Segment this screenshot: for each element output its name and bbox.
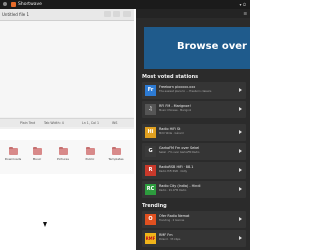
station-subtitle: Poland · 33 kbps bbox=[159, 238, 181, 241]
system-tray[interactable]: ▾ ⏻ bbox=[240, 2, 246, 7]
editor-header: Untitled file 1 bbox=[0, 9, 134, 21]
station-row[interactable]: Fr Freeborn pixxxxx.xxx The easiest plac… bbox=[142, 82, 246, 99]
language-selector[interactable]: Plain Text bbox=[20, 121, 35, 125]
close-button[interactable] bbox=[123, 11, 131, 17]
play-icon[interactable] bbox=[239, 149, 242, 153]
folder-icon bbox=[32, 147, 42, 155]
station-row[interactable]: ♫ RFI FM - Marignoe! Music Chinese · Mar… bbox=[142, 101, 246, 118]
editor-text-area[interactable] bbox=[0, 21, 134, 117]
section-title-most-voted: Most voted stations bbox=[142, 74, 199, 80]
folder-label: Public bbox=[85, 157, 95, 161]
banner-text: Browse over 25 bbox=[177, 41, 250, 52]
folder-label: Pictures bbox=[57, 157, 69, 161]
station-name: Ofer Radio Nemat bbox=[159, 214, 190, 218]
top-bar: Shortwave ▾ ⏻ bbox=[0, 0, 250, 9]
folder-music[interactable]: Music bbox=[27, 147, 47, 161]
play-icon[interactable] bbox=[239, 107, 242, 111]
folder-icon bbox=[111, 147, 121, 155]
folder-pictures[interactable]: Pictures bbox=[53, 147, 73, 161]
folder-icon bbox=[58, 147, 68, 155]
station-logo: Fr bbox=[145, 85, 156, 96]
station-name: GarkaFM Fm over Sekel bbox=[159, 146, 200, 150]
station-subtitle: Radio · 91.1FM Radio bbox=[159, 189, 187, 192]
editor-title: Untitled file 1 bbox=[2, 12, 30, 17]
station-name: Radio City (India) - Hindi bbox=[159, 184, 201, 188]
play-icon[interactable] bbox=[239, 130, 242, 134]
station-name: Radio HiFi St bbox=[159, 127, 181, 131]
folder-label: Downloads bbox=[4, 157, 22, 161]
menu-button[interactable] bbox=[113, 11, 120, 17]
station-logo: RC bbox=[145, 184, 156, 195]
station-logo: O bbox=[145, 214, 156, 225]
station-row[interactable]: O Ofer Radio Nemat Trending · 2 Genres bbox=[142, 211, 246, 228]
station-subtitle: Music Chinese · Marignol bbox=[159, 109, 192, 112]
folder-templates[interactable]: Templates bbox=[106, 147, 126, 161]
browse-banner[interactable]: Browse over 25 bbox=[144, 27, 250, 69]
mouse-pointer-icon bbox=[43, 222, 47, 227]
text-editor-window: Untitled file 1 Plain Text Tab Width: 4 … bbox=[0, 9, 134, 129]
station-row[interactable]: G GarkaFM Fm over Sekel Sekel · Fm over … bbox=[142, 143, 246, 160]
radio-header: ☰ bbox=[136, 9, 250, 18]
station-subtitle: Sekel · Fm over GarkaFM Radio bbox=[159, 151, 200, 154]
hamburger-menu-icon[interactable]: ☰ bbox=[243, 11, 247, 16]
tab-width-selector[interactable]: Tab Width: 4 bbox=[44, 121, 64, 125]
app-name[interactable]: Shortwave bbox=[18, 2, 42, 7]
station-name: RMF Fm bbox=[159, 233, 173, 237]
play-icon[interactable] bbox=[239, 168, 242, 172]
insert-mode: INS bbox=[112, 121, 118, 125]
activities-icon[interactable] bbox=[3, 2, 7, 6]
folder-label: Templates bbox=[108, 157, 124, 161]
folder-icon bbox=[85, 147, 95, 155]
station-row[interactable]: R RadioRSB HiFi · 88.1 Radio HiFi RSB · … bbox=[142, 162, 246, 179]
files-window: Downloads Music Pictures Public Template… bbox=[0, 140, 134, 174]
station-subtitle: Radio HiFi RSB · Ostly bbox=[159, 170, 187, 173]
station-logo: ♫ bbox=[145, 104, 156, 115]
folder-downloads[interactable]: Downloads bbox=[3, 147, 23, 161]
play-icon[interactable] bbox=[239, 236, 242, 240]
station-name: RFI FM - Marignoe! bbox=[159, 104, 191, 108]
editor-status-bar: Plain Text Tab Width: 4 Ln 1, Col 1 INS bbox=[0, 118, 134, 127]
cursor-position: Ln 1, Col 1 bbox=[82, 121, 99, 125]
save-button[interactable] bbox=[104, 11, 111, 17]
station-name: Freeborn pixxxxx.xxx bbox=[159, 85, 196, 89]
play-icon[interactable] bbox=[239, 187, 242, 191]
station-logo: Hi bbox=[145, 127, 156, 138]
station-row[interactable]: RMF RMF Fm Poland · 33 kbps bbox=[142, 230, 246, 247]
station-subtitle: Trending · 2 Genres bbox=[159, 219, 185, 222]
station-logo: G bbox=[145, 146, 156, 157]
shortwave-app-icon bbox=[11, 2, 16, 7]
folder-label: Music bbox=[32, 157, 42, 161]
station-subtitle: MXX Wide · Gérard bbox=[159, 132, 184, 135]
station-logo: R bbox=[145, 165, 156, 176]
station-logo: RMF bbox=[145, 233, 156, 244]
folder-public[interactable]: Public bbox=[80, 147, 100, 161]
play-icon[interactable] bbox=[239, 217, 242, 221]
radio-app-window: ☰ Browse over 25 Most voted stations Fr … bbox=[136, 9, 250, 250]
section-title-trending: Trending bbox=[142, 203, 167, 209]
station-row[interactable]: RC Radio City (India) - Hindi Radio · 91… bbox=[142, 181, 246, 198]
station-name: RadioRSB HiFi · 88.1 bbox=[159, 165, 194, 169]
station-subtitle: The easiest place to ... Freeborn classi… bbox=[159, 90, 212, 93]
folder-icon bbox=[8, 147, 18, 155]
play-icon[interactable] bbox=[239, 88, 242, 92]
station-row[interactable]: Hi Radio HiFi St MXX Wide · Gérard bbox=[142, 124, 246, 141]
